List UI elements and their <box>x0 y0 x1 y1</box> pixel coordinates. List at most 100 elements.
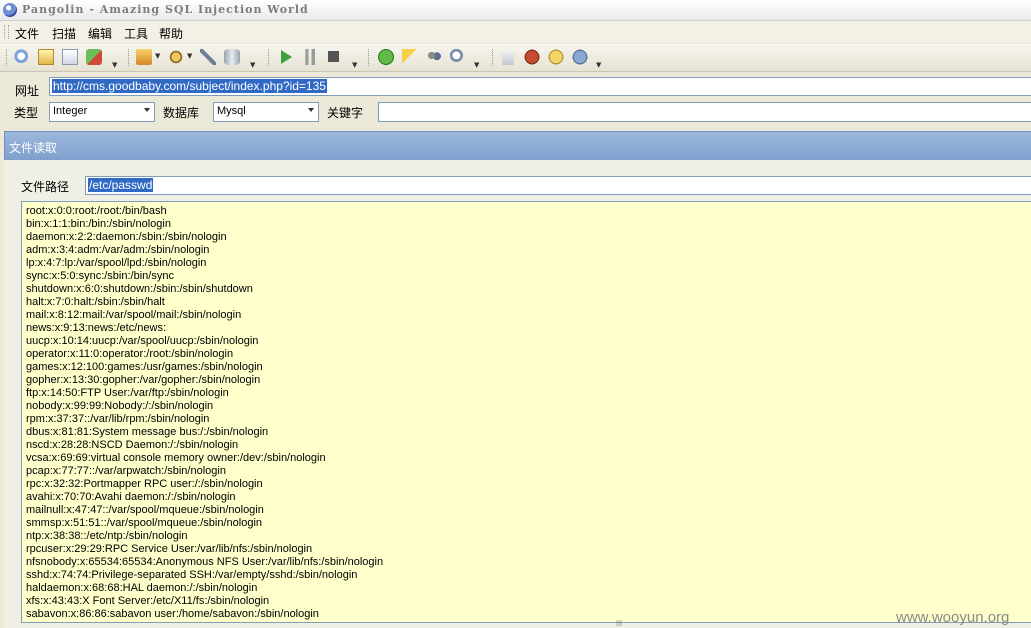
path-input[interactable]: /etc/passwd <box>85 176 1031 195</box>
chevron-down-icon[interactable]: ▼ <box>352 62 359 69</box>
chevron-down-icon <box>308 108 314 112</box>
keyword-input[interactable] <box>378 102 1031 122</box>
output-line: nobody:x:99:99:Nobody:/:/sbin/nologin <box>26 400 214 412</box>
path-value: /etc/passwd <box>88 178 154 192</box>
menu-tools[interactable]: 工具 <box>124 25 148 42</box>
menu-bar: 文件 扫描 编辑 工具 帮助 <box>0 21 1031 43</box>
output-line: vcsa:x:69:69:virtual console memory owne… <box>26 452 326 464</box>
output-line: root:x:0:0:root:/root:/bin/bash <box>26 205 167 217</box>
output-line: news:x:9:13:news:/etc/news: <box>26 322 167 334</box>
output-line: ftp:x:14:50:FTP User:/var/ftp:/sbin/nolo… <box>26 387 229 399</box>
window-title: Pangolin - Amazing SQL Injection World <box>22 3 309 16</box>
output-textarea[interactable]: root:x:0:0:root:/root:/bin/bash bin:x:1:1… <box>21 201 1031 623</box>
wrench-icon[interactable] <box>200 49 216 65</box>
package-icon[interactable] <box>548 49 564 65</box>
toolbar-grip <box>492 49 496 66</box>
chevron-down-icon[interactable]: ▼ <box>112 62 119 69</box>
url-input[interactable]: http://cms.goodbaby.com/subject/index.ph… <box>49 77 1031 96</box>
output-line: rpcuser:x:29:29:RPC Service User:/var/li… <box>26 543 313 555</box>
db-label: 数据库 <box>163 106 200 120</box>
database-icon[interactable] <box>224 49 240 65</box>
chevron-down-icon[interactable]: ▼ <box>474 62 481 69</box>
keyword-label: 关键字 <box>327 106 364 120</box>
output-line: gopher:x:13:30:gopher:/var/gopher:/sbin/… <box>26 374 261 386</box>
output-line: xfs:x:43:43:X Font Server:/etc/X11/fs:/s… <box>26 595 270 607</box>
output-line: nfsnobody:x:65534:65534:Anonymous NFS Us… <box>26 556 384 568</box>
chevron-down-icon[interactable]: ▼ <box>250 62 257 69</box>
toolbar-group-config: ▼ ▼ ▼ <box>128 46 262 69</box>
output-line: sshd:x:74:74:Privilege-separated SSH:/va… <box>26 569 358 581</box>
toolbar-grip <box>268 49 272 66</box>
output-line: shutdown:x:6:0:shutdown:/sbin:/sbin/shut… <box>26 283 253 295</box>
toolbar-grip <box>368 49 372 66</box>
output-line: pcap:x:77:77::/var/arpwatch:/sbin/nologi… <box>26 465 226 477</box>
output-line: mailnull:x:47:47::/var/spool/mqueue:/sbi… <box>26 504 264 516</box>
panel-title: 文件读取 <box>9 141 58 155</box>
toolbar-grip <box>6 49 10 66</box>
toolbar-group-help: ▼ <box>368 46 484 69</box>
output-line: smmsp:x:51:51::/var/spool/mqueue:/sbin/n… <box>26 517 263 529</box>
output-line: nscd:x:28:28:NSCD Daemon:/:/sbin/nologin <box>26 439 239 451</box>
panel-header: 文件读取 <box>4 131 1031 161</box>
db-value: Mysql <box>217 105 246 117</box>
path-label: 文件路径 <box>21 180 70 194</box>
stop-icon[interactable] <box>326 49 342 65</box>
output-line: dbus:x:81:81:System message bus:/:/sbin/… <box>26 426 269 438</box>
menu-help[interactable]: 帮助 <box>159 25 183 42</box>
tools-icon[interactable] <box>136 49 152 65</box>
pause-icon[interactable] <box>302 49 318 65</box>
toolbar-grip <box>128 49 132 66</box>
watermark: www.wooyun.org <box>896 609 1010 626</box>
output-line: rpm:x:37:37::/var/lib/rpm:/sbin/nologin <box>26 413 210 425</box>
home-icon[interactable] <box>500 49 516 65</box>
output-line: sabavon:x:86:86:sabavon user:/home/sabav… <box>26 608 319 620</box>
output-line: lp:x:4:7:lp:/var/spool/lpd:/sbin/nologin <box>26 257 207 269</box>
output-lines: root:x:0:0:root:/root:/bin/bash bin:x:1:1… <box>26 205 383 621</box>
toolbar-group-run: ▼ <box>268 46 362 69</box>
output-line: uucp:x:10:14:uucp:/var/spool/uucp:/sbin/… <box>26 335 259 347</box>
settings-icon[interactable] <box>168 49 184 65</box>
title-bar: Pangolin - Amazing SQL Injection World <box>0 0 1031 21</box>
bug-icon[interactable] <box>524 49 540 65</box>
chevron-down-icon[interactable]: ▼ <box>155 53 162 60</box>
chevron-down-icon <box>144 108 150 112</box>
toolbar: ▼ ▼ ▼ ▼ ▼ ▼ ▼ <box>0 44 1031 72</box>
type-value: Integer <box>53 105 88 117</box>
url-label: 网址 <box>15 84 40 98</box>
output-line: bin:x:1:1:bin:/bin:/sbin/nologin <box>26 218 171 230</box>
find-icon[interactable] <box>450 49 466 65</box>
output-line: avahi:x:70:70:Avahi daemon:/:/sbin/nolog… <box>26 491 236 503</box>
info-icon[interactable] <box>572 49 588 65</box>
menu-scan[interactable]: 扫描 <box>52 25 76 42</box>
toolbar-group-file: ▼ <box>6 46 122 69</box>
output-line: sync:x:5:0:sync:/sbin:/bin/sync <box>26 270 174 282</box>
app-icon <box>3 3 17 17</box>
export-icon[interactable] <box>86 49 102 65</box>
play-icon[interactable] <box>278 49 294 65</box>
key-icon[interactable] <box>402 49 418 65</box>
output-line: operator:x:11:0:operator:/root:/sbin/nol… <box>26 348 234 360</box>
menu-edit[interactable]: 编辑 <box>88 25 112 42</box>
output-line: haldaemon:x:68:68:HAL daemon:/:/sbin/nol… <box>26 582 258 594</box>
type-select[interactable]: Integer <box>49 102 155 122</box>
help-icon[interactable] <box>378 49 394 65</box>
search-icon[interactable] <box>14 49 30 65</box>
output-line: daemon:x:2:2:daemon:/sbin:/sbin/nologin <box>26 231 227 243</box>
users-icon[interactable] <box>426 49 442 65</box>
scrollbar-grip[interactable]: ||| <box>616 621 628 627</box>
toolbar-group-misc: ▼ <box>492 46 608 69</box>
output-line: adm:x:3:4:adm:/var/adm:/sbin/nologin <box>26 244 210 256</box>
report-icon[interactable] <box>62 49 78 65</box>
db-select[interactable]: Mysql <box>213 102 319 122</box>
output-line: halt:x:7:0:halt:/sbin:/sbin/halt <box>26 296 165 308</box>
menu-file[interactable]: 文件 <box>15 25 39 42</box>
document-icon[interactable] <box>38 49 54 65</box>
output-line: ntp:x:38:38::/etc/ntp:/sbin/nologin <box>26 530 188 542</box>
output-line: rpc:x:32:32:Portmapper RPC user:/:/sbin/… <box>26 478 263 490</box>
menu-grip <box>4 25 9 39</box>
output-line: mail:x:8:12:mail:/var/spool/mail:/sbin/n… <box>26 309 242 321</box>
chevron-down-icon[interactable]: ▼ <box>596 62 603 69</box>
chevron-down-icon[interactable]: ▼ <box>187 53 194 60</box>
url-value: http://cms.goodbaby.com/subject/index.ph… <box>52 79 327 93</box>
output-line: games:x:12:100:games:/usr/games:/sbin/no… <box>26 361 263 373</box>
